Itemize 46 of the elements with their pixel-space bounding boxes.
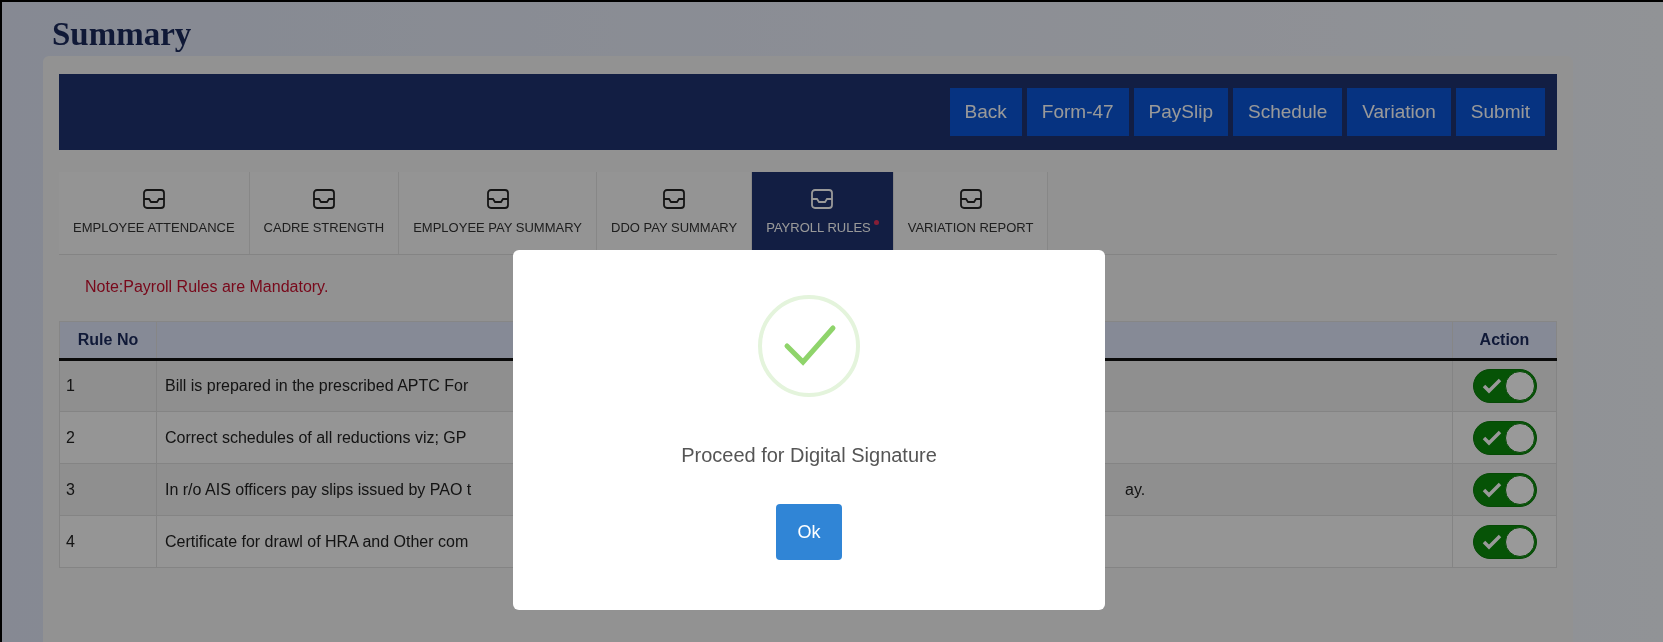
table-cell: 4 (59, 515, 157, 568)
tab-label: EMPLOYEE PAY SUMMARY (413, 219, 582, 238)
column-header: Action (1452, 321, 1557, 360)
tab-label: VARIATION REPORT (907, 219, 1034, 238)
toolbar-button[interactable]: Variation (1347, 88, 1451, 136)
toggle-switch[interactable] (1472, 472, 1537, 507)
success-check-icon (757, 294, 861, 398)
toggle-knob (1504, 474, 1535, 505)
toggle-switch[interactable] (1472, 524, 1537, 559)
toolbar-button[interactable]: Submit (1455, 88, 1545, 136)
table-cell: Certificate for drawl of HRA and Other com (165, 532, 469, 550)
check-icon (1481, 533, 1502, 550)
tab-label: PAYROLL RULES (766, 219, 871, 238)
inbox-icon (141, 188, 166, 211)
check-icon (1481, 378, 1502, 394)
page-title: Summary (52, 15, 193, 54)
tab-label: CADRE STRENGTH (263, 219, 385, 238)
dialog-message: Proceed for Digital Signature (681, 443, 937, 468)
table-cell: 2 (59, 411, 157, 464)
toggle-knob (1504, 526, 1535, 557)
tab-label: EMPLOYEE ATTENDANCE (73, 219, 235, 238)
toggle-switch[interactable] (1472, 369, 1537, 403)
inbox-icon (662, 188, 687, 211)
table-cell: Bill is prepared in the prescribed APTC For (165, 377, 469, 394)
tab-label: DDO PAY SUMMARY (611, 219, 738, 238)
toolbar-button[interactable]: PaySlip (1133, 88, 1229, 136)
note-text: Note:Payroll Rules are Mandatory. (85, 277, 330, 297)
column-header: Rule No (59, 321, 157, 360)
toolbar-button[interactable]: Schedule (1233, 88, 1343, 136)
check-icon (1481, 481, 1502, 498)
toolbar-button[interactable]: Form-47 (1026, 88, 1129, 136)
inbox-icon (485, 188, 510, 211)
table-cell: 3 (59, 463, 157, 516)
table-cell-text: ay. (1125, 480, 1146, 500)
inbox-icon (311, 188, 336, 211)
inbox-icon (958, 188, 983, 211)
toggle-switch[interactable] (1472, 420, 1537, 455)
table-cell: Correct schedules of all reductions viz; GP (165, 428, 467, 446)
check-icon (1481, 429, 1502, 446)
inbox-icon (810, 188, 835, 211)
toolbar-button[interactable]: Back (949, 88, 1022, 136)
table-cell: 1 (59, 359, 157, 412)
table-cell: In r/o AIS officers pay slips issued by PAO t (165, 480, 472, 498)
toggle-knob (1504, 422, 1535, 453)
ok-button[interactable]: Ok (776, 504, 842, 560)
toggle-knob (1504, 371, 1535, 401)
